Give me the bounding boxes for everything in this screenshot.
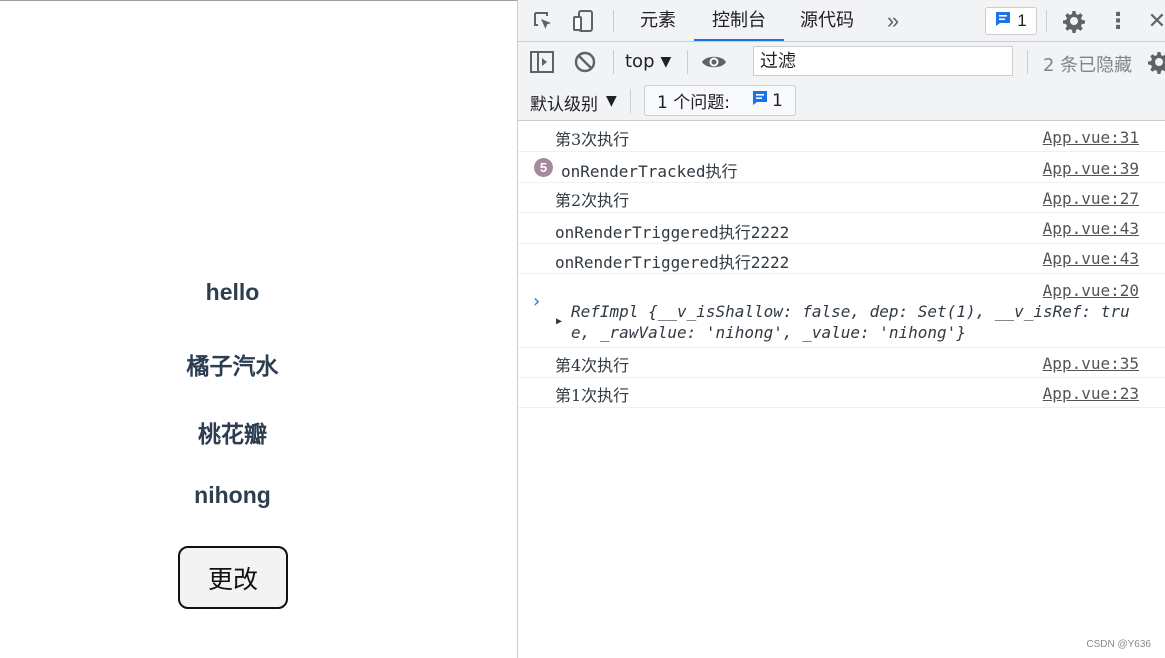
issues-badge-count: 1 <box>1017 11 1027 30</box>
log-entry: 第3次执行 App.vue:31 <box>518 121 1165 152</box>
log-source-link[interactable]: App.vue:27 <box>1043 189 1139 208</box>
console-toolbar-secondary: 默认级别 ▼ 1 个问题: 1 <box>518 81 1165 121</box>
eye-icon[interactable] <box>701 49 727 75</box>
repeat-count-badge: 5 <box>534 158 553 177</box>
log-source-link[interactable]: App.vue:31 <box>1043 128 1139 147</box>
app-preview: hello 橘子汽水 桃花瓣 nihong 更改 <box>0 0 517 658</box>
issues-count: 1 <box>771 90 783 111</box>
log-message: 第4次执行 <box>555 356 630 375</box>
devtools-panel: 元素 控制台 源代码 » 1 ⋮ ✕ top ▼ 过滤 2 条已隐藏 默认级别 … <box>517 0 1165 658</box>
tab-console[interactable]: 控制台 <box>694 0 784 41</box>
caret-down-icon: ▼ <box>606 93 617 109</box>
expand-triangle-icon[interactable]: ▶ <box>556 316 562 327</box>
log-message: 第2次执行 <box>555 191 630 210</box>
kebab-menu-icon[interactable]: ⋮ <box>1105 8 1131 34</box>
devtools-tabbar: 元素 控制台 源代码 » 1 ⋮ ✕ <box>518 0 1165 42</box>
message-icon <box>995 11 1011 32</box>
console-output: 第3次执行 App.vue:31 5 onRenderTracked执行 App… <box>518 121 1165 408</box>
console-settings-gear-icon[interactable] <box>1146 49 1165 75</box>
log-message: onRenderTracked执行 <box>561 162 738 181</box>
context-selector[interactable]: top ▼ <box>625 51 671 73</box>
message-icon <box>752 90 768 111</box>
issues-badge-button[interactable]: 1 <box>985 7 1037 35</box>
sidebar-toggle-icon[interactable] <box>529 49 555 75</box>
text-peach-petal: 桃花瓣 <box>198 421 267 447</box>
log-entry: onRenderTriggered执行2222 App.vue:43 <box>518 213 1165 244</box>
change-button[interactable]: 更改 <box>178 546 288 609</box>
log-message: onRenderTriggered执行2222 <box>555 223 790 242</box>
close-icon[interactable]: ✕ <box>1144 8 1165 34</box>
issues-label: 1 个问题: <box>657 93 730 113</box>
log-entry: 第1次执行 App.vue:23 <box>518 378 1165 408</box>
hidden-count: 2 条已隐藏 <box>1043 55 1133 76</box>
object-preview-line-1[interactable]: RefImpl {__v_isShallow: false, dep: Set(… <box>571 302 1130 321</box>
text-orange-soda: 橘子汽水 <box>186 353 279 379</box>
gear-icon[interactable] <box>1061 8 1087 34</box>
log-message: 第1次执行 <box>555 386 630 405</box>
caret-down-icon: ▼ <box>660 54 672 70</box>
log-entry: onRenderTriggered执行2222 App.vue:43 <box>518 244 1165 274</box>
log-message: onRenderTriggered执行2222 <box>555 253 790 272</box>
chevron-double-right-icon[interactable]: » <box>880 8 906 34</box>
watermark: CSDN @Y636 <box>1086 639 1151 650</box>
log-entry: 5 onRenderTracked执行 App.vue:39 <box>518 152 1165 183</box>
inspect-element-icon[interactable] <box>530 8 556 34</box>
tab-elements[interactable]: 元素 <box>626 0 690 41</box>
log-source-link[interactable]: App.vue:23 <box>1043 384 1139 403</box>
text-hello: hello <box>205 279 260 305</box>
log-levels-dropdown[interactable]: 默认级别 ▼ <box>530 90 617 115</box>
log-entry: 第4次执行 App.vue:35 <box>518 348 1165 378</box>
console-prompt-icon[interactable]: › <box>531 291 542 312</box>
context-label: top <box>625 51 655 72</box>
device-toolbar-icon[interactable] <box>570 8 596 34</box>
log-source-link[interactable]: App.vue:35 <box>1043 354 1139 373</box>
log-source-link[interactable]: App.vue:43 <box>1043 219 1139 238</box>
log-source-link[interactable]: App.vue:39 <box>1043 159 1139 178</box>
object-preview-line-2[interactable]: e, _rawValue: 'nihong', _value: 'nihong'… <box>571 323 966 342</box>
console-toolbar: top ▼ 2 条已隐藏 <box>518 42 1165 81</box>
log-message: 第3次执行 <box>555 130 630 149</box>
tab-sources[interactable]: 源代码 <box>790 0 864 41</box>
log-source-link[interactable]: App.vue:43 <box>1043 249 1139 268</box>
filter-input[interactable] <box>753 46 1013 76</box>
text-nihong: nihong <box>194 482 271 508</box>
issues-button[interactable]: 1 个问题: 1 <box>644 85 796 116</box>
log-entry: 第2次执行 App.vue:27 <box>518 183 1165 213</box>
clear-console-icon[interactable] <box>572 49 598 75</box>
log-levels-label: 默认级别 <box>530 95 598 115</box>
log-entry-object: App.vue:20 ▶ RefImpl {__v_isShallow: fal… <box>518 274 1165 348</box>
log-source-link[interactable]: App.vue:20 <box>1043 281 1139 300</box>
